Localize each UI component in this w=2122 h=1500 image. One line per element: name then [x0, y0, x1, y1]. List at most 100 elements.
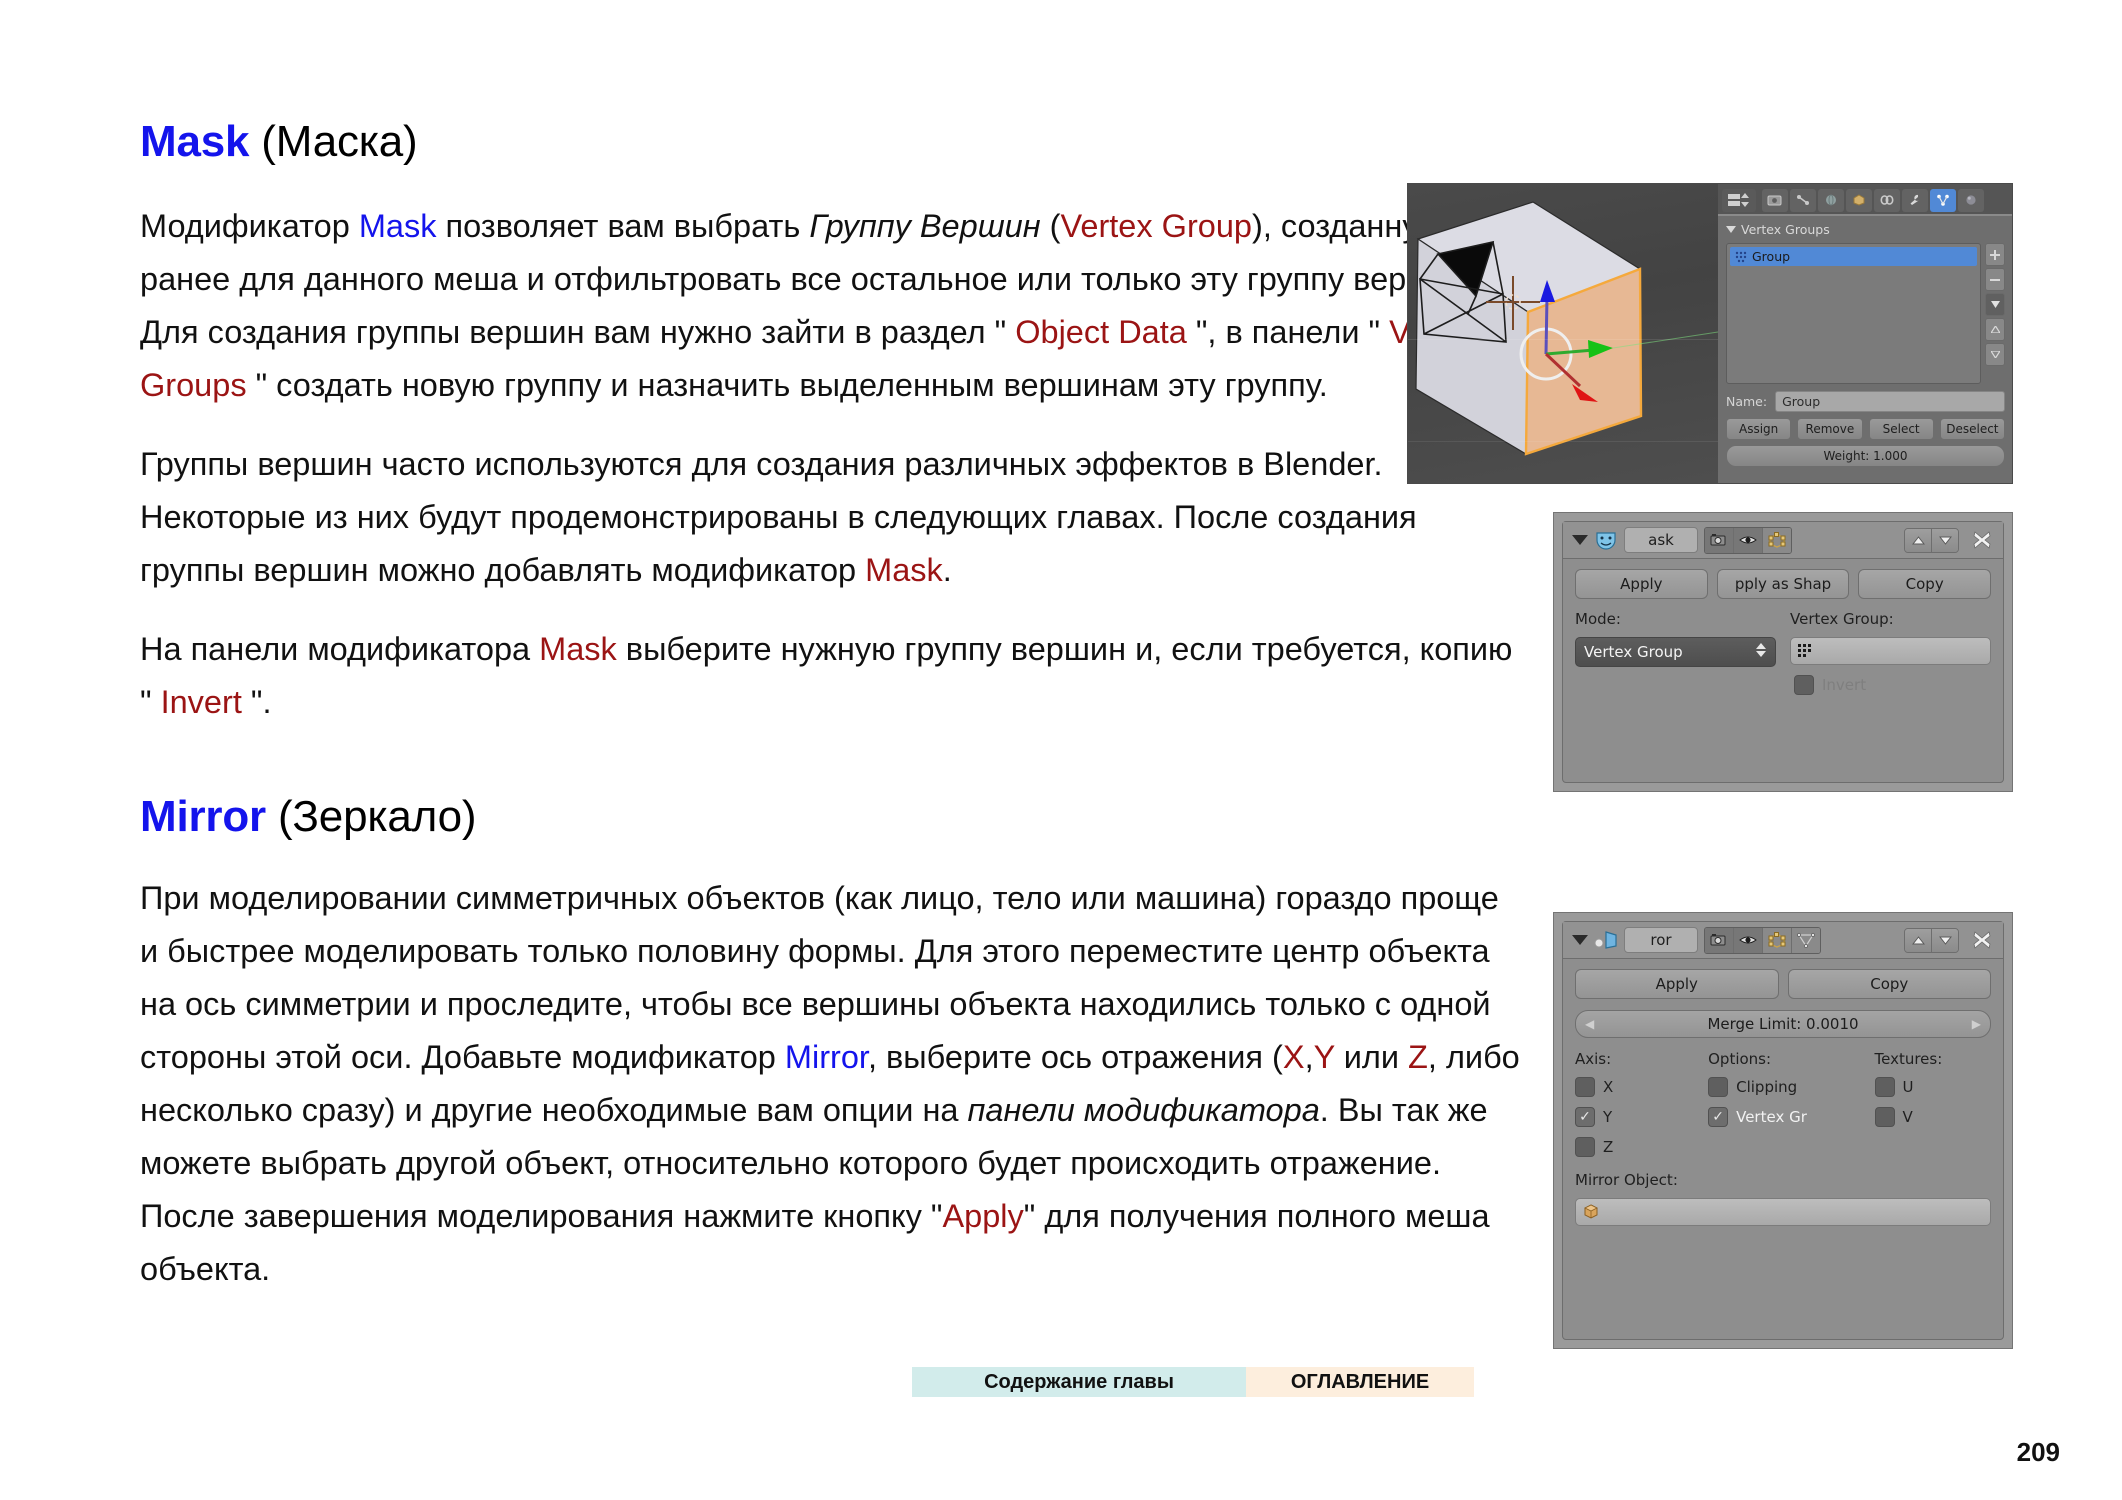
weight-slider[interactable]: Weight: 1.000	[1726, 445, 2005, 467]
copy-button[interactable]: Copy	[1858, 569, 1992, 599]
modifiers-tab[interactable]	[1902, 188, 1928, 212]
axis-y-checkbox[interactable]: ✓	[1575, 1107, 1595, 1127]
viewport-toggle[interactable]	[1734, 527, 1763, 553]
group-specials-button[interactable]	[1985, 293, 2005, 316]
apply-button[interactable]: Apply	[1575, 969, 1779, 999]
apply-as-shape-button[interactable]: pply as Shap	[1716, 569, 1850, 599]
options-column: Options: Clipping ✓ Vertex Gr	[1708, 1050, 1874, 1167]
cage-toggle[interactable]	[1792, 927, 1820, 953]
vertex-groups-panel-label: Vertex Groups	[1741, 222, 1830, 237]
mirror-reorder-buttons	[1904, 927, 1959, 953]
weight-row: Weight: 1.000	[1726, 445, 2005, 467]
mask-modifier-body: Apply pply as Shap Copy Mode: Vertex Gro…	[1563, 559, 2003, 782]
vertex-group-checkbox[interactable]: ✓	[1708, 1107, 1729, 1127]
chevron-down-icon	[1726, 226, 1736, 233]
list-item[interactable]: Group	[1730, 247, 1977, 266]
clipping-checkbox[interactable]	[1708, 1077, 1729, 1097]
editmode-toggle[interactable]	[1763, 527, 1791, 553]
vertex-group-label: Vertex Group:	[1790, 610, 1894, 628]
editor-type-selector[interactable]	[1722, 188, 1756, 212]
constraints-tab[interactable]	[1874, 188, 1900, 212]
world-tab[interactable]	[1818, 188, 1844, 212]
viewport-toggle[interactable]	[1734, 927, 1763, 953]
mask-modifier-name-input[interactable]: ask	[1624, 527, 1698, 553]
scene-tab[interactable]	[1790, 188, 1816, 212]
mirror-action-buttons: Apply Copy	[1575, 969, 1991, 999]
vertex-groups-side-buttons	[1985, 243, 2005, 384]
copy-button[interactable]: Copy	[1787, 969, 1991, 999]
texture-v-checkbox[interactable]	[1874, 1107, 1895, 1127]
move-modifier-up-button[interactable]	[1905, 928, 1932, 952]
chapter-contents-button[interactable]: Содержание главы	[912, 1367, 1246, 1397]
mirror-object-label: Mirror Object:	[1575, 1171, 1678, 1189]
move-group-up-button[interactable]	[1985, 318, 2005, 341]
vertex-groups-list-row: Group	[1726, 243, 2005, 384]
texture-u-row: U	[1874, 1077, 1992, 1097]
mask-mode-row: Mode: Vertex Group Vertex Group: Invert	[1575, 610, 1991, 705]
texture-v-label: V	[1902, 1108, 1913, 1126]
paragraph-mirror-1: При моделировании симметричных объектов …	[140, 879, 1520, 1287]
object-tab[interactable]	[1846, 188, 1872, 212]
texture-v-row: V	[1874, 1107, 1992, 1127]
merge-limit-value: Merge Limit: 0.0010	[1707, 1015, 1859, 1033]
remove-group-button[interactable]	[1985, 268, 2005, 291]
editmode-toggle[interactable]	[1763, 927, 1792, 953]
heading-mirror-ru: (Зеркало)	[277, 792, 477, 842]
page-title-mirror: Mirror (Зеркало)	[140, 793, 1520, 841]
axis-z-checkbox[interactable]	[1575, 1137, 1595, 1157]
mode-dropdown[interactable]: Vertex Group	[1575, 637, 1776, 667]
group-action-buttons: Assign Remove Select Deselect	[1726, 418, 2005, 440]
render-toggle[interactable]	[1705, 527, 1734, 553]
vertex-groups-panel-header[interactable]: Vertex Groups	[1726, 222, 2005, 237]
add-group-button[interactable]	[1985, 243, 2005, 266]
render-toggle[interactable]	[1705, 927, 1734, 953]
axis-z-row: Z	[1575, 1137, 1708, 1157]
chevron-left-icon[interactable]: ◀	[1585, 1017, 1594, 1031]
chevron-down-icon[interactable]	[1572, 935, 1588, 945]
paragraph-mask-3: На панели модификатора Mask выберите нуж…	[140, 631, 1513, 721]
move-group-down-button[interactable]	[1985, 343, 2005, 366]
axis-x-checkbox[interactable]	[1575, 1077, 1595, 1097]
mirror-modifier-body: Apply Copy ◀ Merge Limit: 0.0010 ▶ Axis:…	[1563, 959, 2003, 1339]
invert-checkbox[interactable]	[1794, 675, 1814, 695]
blender-3d-viewport[interactable]	[1408, 184, 1718, 483]
heading-mask-ru: (Маска)	[261, 117, 418, 166]
group-name-input[interactable]: Group	[1775, 391, 2005, 412]
chevron-down-icon[interactable]	[1572, 535, 1588, 545]
mirror-modifier-name-input[interactable]: ror	[1624, 927, 1698, 953]
mask-reorder-buttons	[1904, 527, 1959, 553]
axis-column: Axis: X ✓ Y Z	[1575, 1050, 1708, 1167]
deselect-button[interactable]: Deselect	[1939, 418, 2005, 440]
move-modifier-down-button[interactable]	[1932, 528, 1958, 552]
move-modifier-down-button[interactable]	[1932, 928, 1958, 952]
remove-button[interactable]: Remove	[1797, 418, 1863, 440]
properties-editor: Vertex Groups Group Name: Group Assign R…	[1718, 184, 2012, 483]
select-button[interactable]: Select	[1868, 418, 1934, 440]
mode-label: Mode:	[1575, 610, 1621, 628]
close-icon[interactable]	[1970, 930, 1994, 950]
material-tab[interactable]	[1958, 188, 1984, 212]
move-modifier-up-button[interactable]	[1905, 528, 1932, 552]
mask-display-toggles	[1704, 526, 1792, 554]
close-icon[interactable]	[1970, 530, 1994, 550]
merge-limit-slider[interactable]: ◀ Merge Limit: 0.0010 ▶	[1575, 1010, 1991, 1038]
properties-tab-bar	[1718, 184, 2012, 216]
texture-u-checkbox[interactable]	[1874, 1077, 1895, 1097]
check-icon: ✓	[1712, 1109, 1724, 1125]
mirror-object-input[interactable]	[1575, 1198, 1991, 1226]
invert-row: Invert	[1794, 675, 1991, 695]
vertex-groups-list[interactable]: Group	[1726, 243, 1981, 384]
assign-button[interactable]: Assign	[1726, 418, 1792, 440]
chevron-right-icon[interactable]: ▶	[1972, 1017, 1981, 1031]
vertex-group-input[interactable]	[1790, 637, 1991, 665]
invert-label: Invert	[1822, 676, 1867, 694]
mask-modifier-header: ask	[1563, 522, 2003, 559]
table-of-contents-button[interactable]: ОГЛАВЛЕНИЕ	[1246, 1367, 1474, 1397]
render-tab[interactable]	[1762, 188, 1788, 212]
apply-button[interactable]: Apply	[1575, 569, 1708, 599]
clipping-row: Clipping	[1708, 1077, 1874, 1097]
axis-x-label: X	[1603, 1078, 1614, 1096]
footer-navigation: Содержание главы ОГЛАВЛЕНИЕ	[912, 1367, 1474, 1397]
mirror-modifier-frame: ror Apply Copy ◀ Merge Limit: 0.0010 ▶ A…	[1562, 921, 2004, 1340]
object-data-tab[interactable]	[1930, 188, 1956, 212]
